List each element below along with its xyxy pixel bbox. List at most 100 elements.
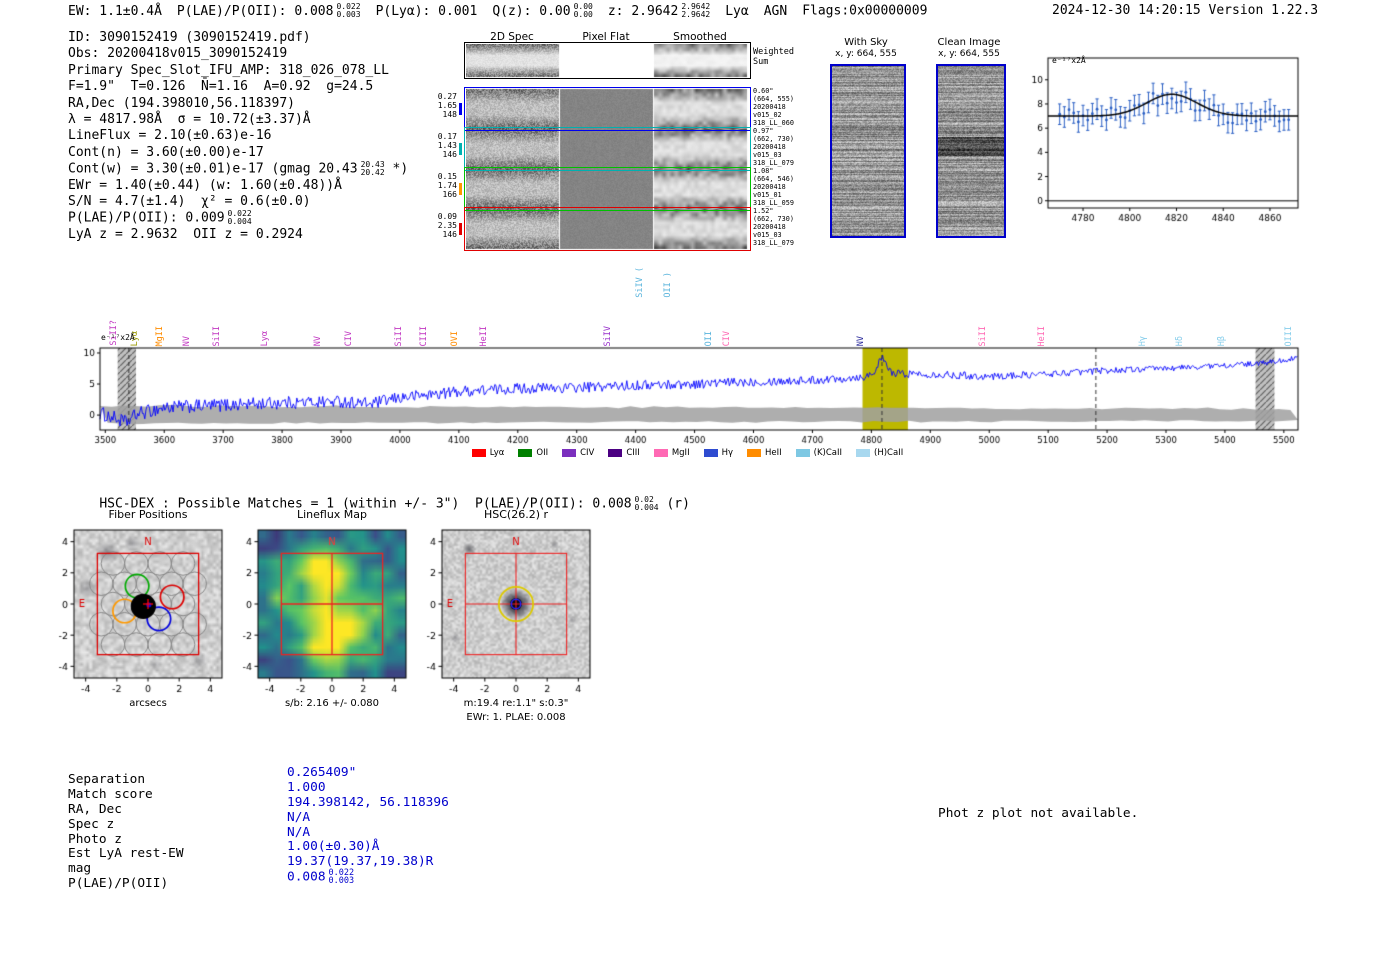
info-line: RA,Dec (194.398010,56.118397) <box>68 95 295 111</box>
match-value-text: 19.37(19.37,19.38)R <box>287 854 434 870</box>
clean-image-coords: x, y: 664, 555 <box>938 49 1000 59</box>
spec2d-row-left-values: 0.17 1.43 146 <box>430 132 457 159</box>
z-sub: 2.9642 <box>681 10 711 19</box>
legend-swatch <box>471 449 486 457</box>
match-row-label: Est LyA rest-EW <box>68 846 184 862</box>
match-row-label: mag <box>68 861 92 877</box>
info-sub: 20.42 <box>360 168 385 178</box>
match-value-text: 1.000 <box>287 779 326 795</box>
spec2d-annotation-line: v015_01 <box>753 191 782 199</box>
match-row-value: N/A <box>287 825 449 840</box>
spec2d-annotation-line: 0.60" <box>753 87 774 95</box>
full-spectrum-plot <box>60 342 1315 452</box>
spec2d-left-value: 146 <box>442 230 457 239</box>
match-sub: 0.003 <box>328 876 355 887</box>
agn-label: AGN <box>763 3 788 19</box>
legend-label: (K)CaII <box>813 448 843 458</box>
spec2d-weighted-border <box>464 42 751 79</box>
legend-swatch <box>518 449 533 457</box>
legend-item: Lyα <box>471 448 505 458</box>
z-summary: z: 2.9642 2.9642 2.9642 <box>607 3 711 19</box>
spec2d-left-value: 0.27 <box>437 92 457 101</box>
fiber-xlabel: arcsecs <box>129 698 167 709</box>
legend-item: MgII <box>653 448 690 458</box>
match-row-label: Match score <box>68 786 153 802</box>
legend-item: (K)CaII <box>795 448 843 458</box>
info-sub: 0.004 <box>227 217 252 227</box>
spec2d-left-value: 1.43 <box>437 141 457 150</box>
legend-swatch <box>795 449 810 457</box>
legend-swatch <box>703 449 718 457</box>
legend-item: CIV <box>562 448 594 458</box>
match-row-label: P(LAE)/P(OII) <box>68 876 169 892</box>
spec2d-annotation-line: 20200418 <box>753 143 786 151</box>
info-line: LyA z = 2.9632 OII z = 0.2924 <box>68 226 303 242</box>
hsc-caption-2: EWr: 1. PLAE: 0.008 <box>466 712 566 723</box>
match-table-values: 0.265409" 1.000 194.398142, 56.118396 N/A N/… <box>287 765 449 887</box>
plae-uncertainty: 0.022 0.003 <box>336 3 360 19</box>
info-line: Cont(n) = 3.60(±0.00)e-17 <box>68 144 264 160</box>
match-value-text: 1.00(±0.30)Å <box>287 839 380 855</box>
spec2d-annotation-line: v015_02 <box>753 111 782 119</box>
info-line: Primary Spec_Slot_IFU_AMP: 318_026_078_L… <box>68 62 389 78</box>
spec2d-left-value: 0.17 <box>437 132 457 141</box>
legend-label: Hγ <box>721 448 733 458</box>
spec2d-left-value: 0.09 <box>437 212 457 221</box>
match-row-value: 0.008 0.022 0.003 <box>287 869 449 887</box>
legend-label: CIII <box>626 448 640 458</box>
plae-sub: 0.003 <box>336 10 361 19</box>
info-line: λ = 4817.98Å σ = 10.72(±3.37)Å <box>68 111 311 127</box>
match-row-value: 1.00(±0.30)Å <box>287 839 449 854</box>
match-value-text: 0.265409" <box>287 765 357 780</box>
timestamp: 2024-12-30 14:20:15 Version 1.22.3 <box>1052 3 1319 18</box>
spec2d-row-left-values: 0.27 1.65 148 <box>430 92 457 119</box>
spec2d-annotation-line: 318_LL_059 <box>753 199 794 207</box>
legend-item: OII <box>518 448 548 458</box>
spec2d-left-value: 166 <box>442 190 457 199</box>
match-row-value: 19.37(19.37,19.38)R <box>287 854 449 869</box>
legend-swatch <box>747 449 761 457</box>
hsc-cutout-title: HSC(26.2) r <box>483 508 549 521</box>
spec2d-row-tick <box>459 143 462 155</box>
match-value-text: 0.008 <box>287 869 326 885</box>
info-line-text: P(LAE)/P(OII): 0.009 <box>68 210 225 226</box>
elixer-report-page: EW: 1.1±0.4Å P(LAE)/P(OII): 0.008 0.022 0.0… <box>0 0 1400 953</box>
hscdex-band: (r) <box>658 496 690 512</box>
spec2d-row-left-values: 0.09 2.35 146 <box>430 212 457 239</box>
spec2d-annotation-line: 0.97" <box>753 127 774 135</box>
fiber-positions-panel <box>40 524 240 696</box>
match-row-label: Spec z <box>68 816 115 832</box>
legend-item: HeII <box>747 448 782 458</box>
lineflux-map-title: Lineflux Map <box>296 508 368 521</box>
classification-label: Lyα <box>725 3 749 19</box>
line-fit-inset-plot <box>1022 48 1302 228</box>
plae-label: P(LAE)/P(OII): <box>176 3 287 19</box>
match-table-labels: Separation Match score RA, Dec Spec z Photo … <box>68 772 184 891</box>
info-line: Cont(w) = 3.30(±0.01)e-17 (gmag 20.43 20.… <box>68 161 408 177</box>
legend-label: Lyα <box>489 448 505 458</box>
spec2d-weighted-label: Weighted Sum <box>753 47 794 67</box>
spec2d-annotation-line: 1.52" <box>753 207 774 215</box>
z-label: z: <box>607 3 624 19</box>
ew-summary: EW: 1.1±0.4Å <box>68 3 162 19</box>
fiber-positions-title: Fiber Positions <box>108 508 188 521</box>
match-value-text: N/A <box>287 809 311 825</box>
z-value: 2.9642 <box>631 3 679 19</box>
match-value-uncertainty: 0.022 0.003 <box>328 869 355 887</box>
match-row-label: Separation <box>68 772 146 787</box>
with-sky-coords: x, y: 664, 555 <box>835 49 897 59</box>
spec2d-annotation-line: 1.08" <box>753 167 774 175</box>
spec2d-row-annotation: 1.52" (662, 730) 20200418 v015_03 318_LL_079 <box>753 207 794 247</box>
legend-label: MgII <box>671 448 690 458</box>
match-row-label: Photo z <box>68 831 122 847</box>
spec2d-row-tick <box>459 183 462 195</box>
spec2d-annotation-line: 318_LL_060 <box>753 119 794 127</box>
spec2d-annotation-line: v015_03 <box>753 151 782 159</box>
qz-sub: 0.00 <box>573 10 593 19</box>
info-line-text: Cont(w) = 3.30(±0.01)e-17 (gmag 20.43 <box>68 161 358 177</box>
legend-label: OII <box>536 448 549 458</box>
hscdex-uncertainty: 0.02 0.004 <box>635 496 659 512</box>
info-line: LineFlux = 2.10(±0.63)e-16 <box>68 128 272 144</box>
lineflux-map-panel <box>224 524 424 696</box>
info-line: Obs: 20200418v015_3090152419 <box>68 46 288 62</box>
